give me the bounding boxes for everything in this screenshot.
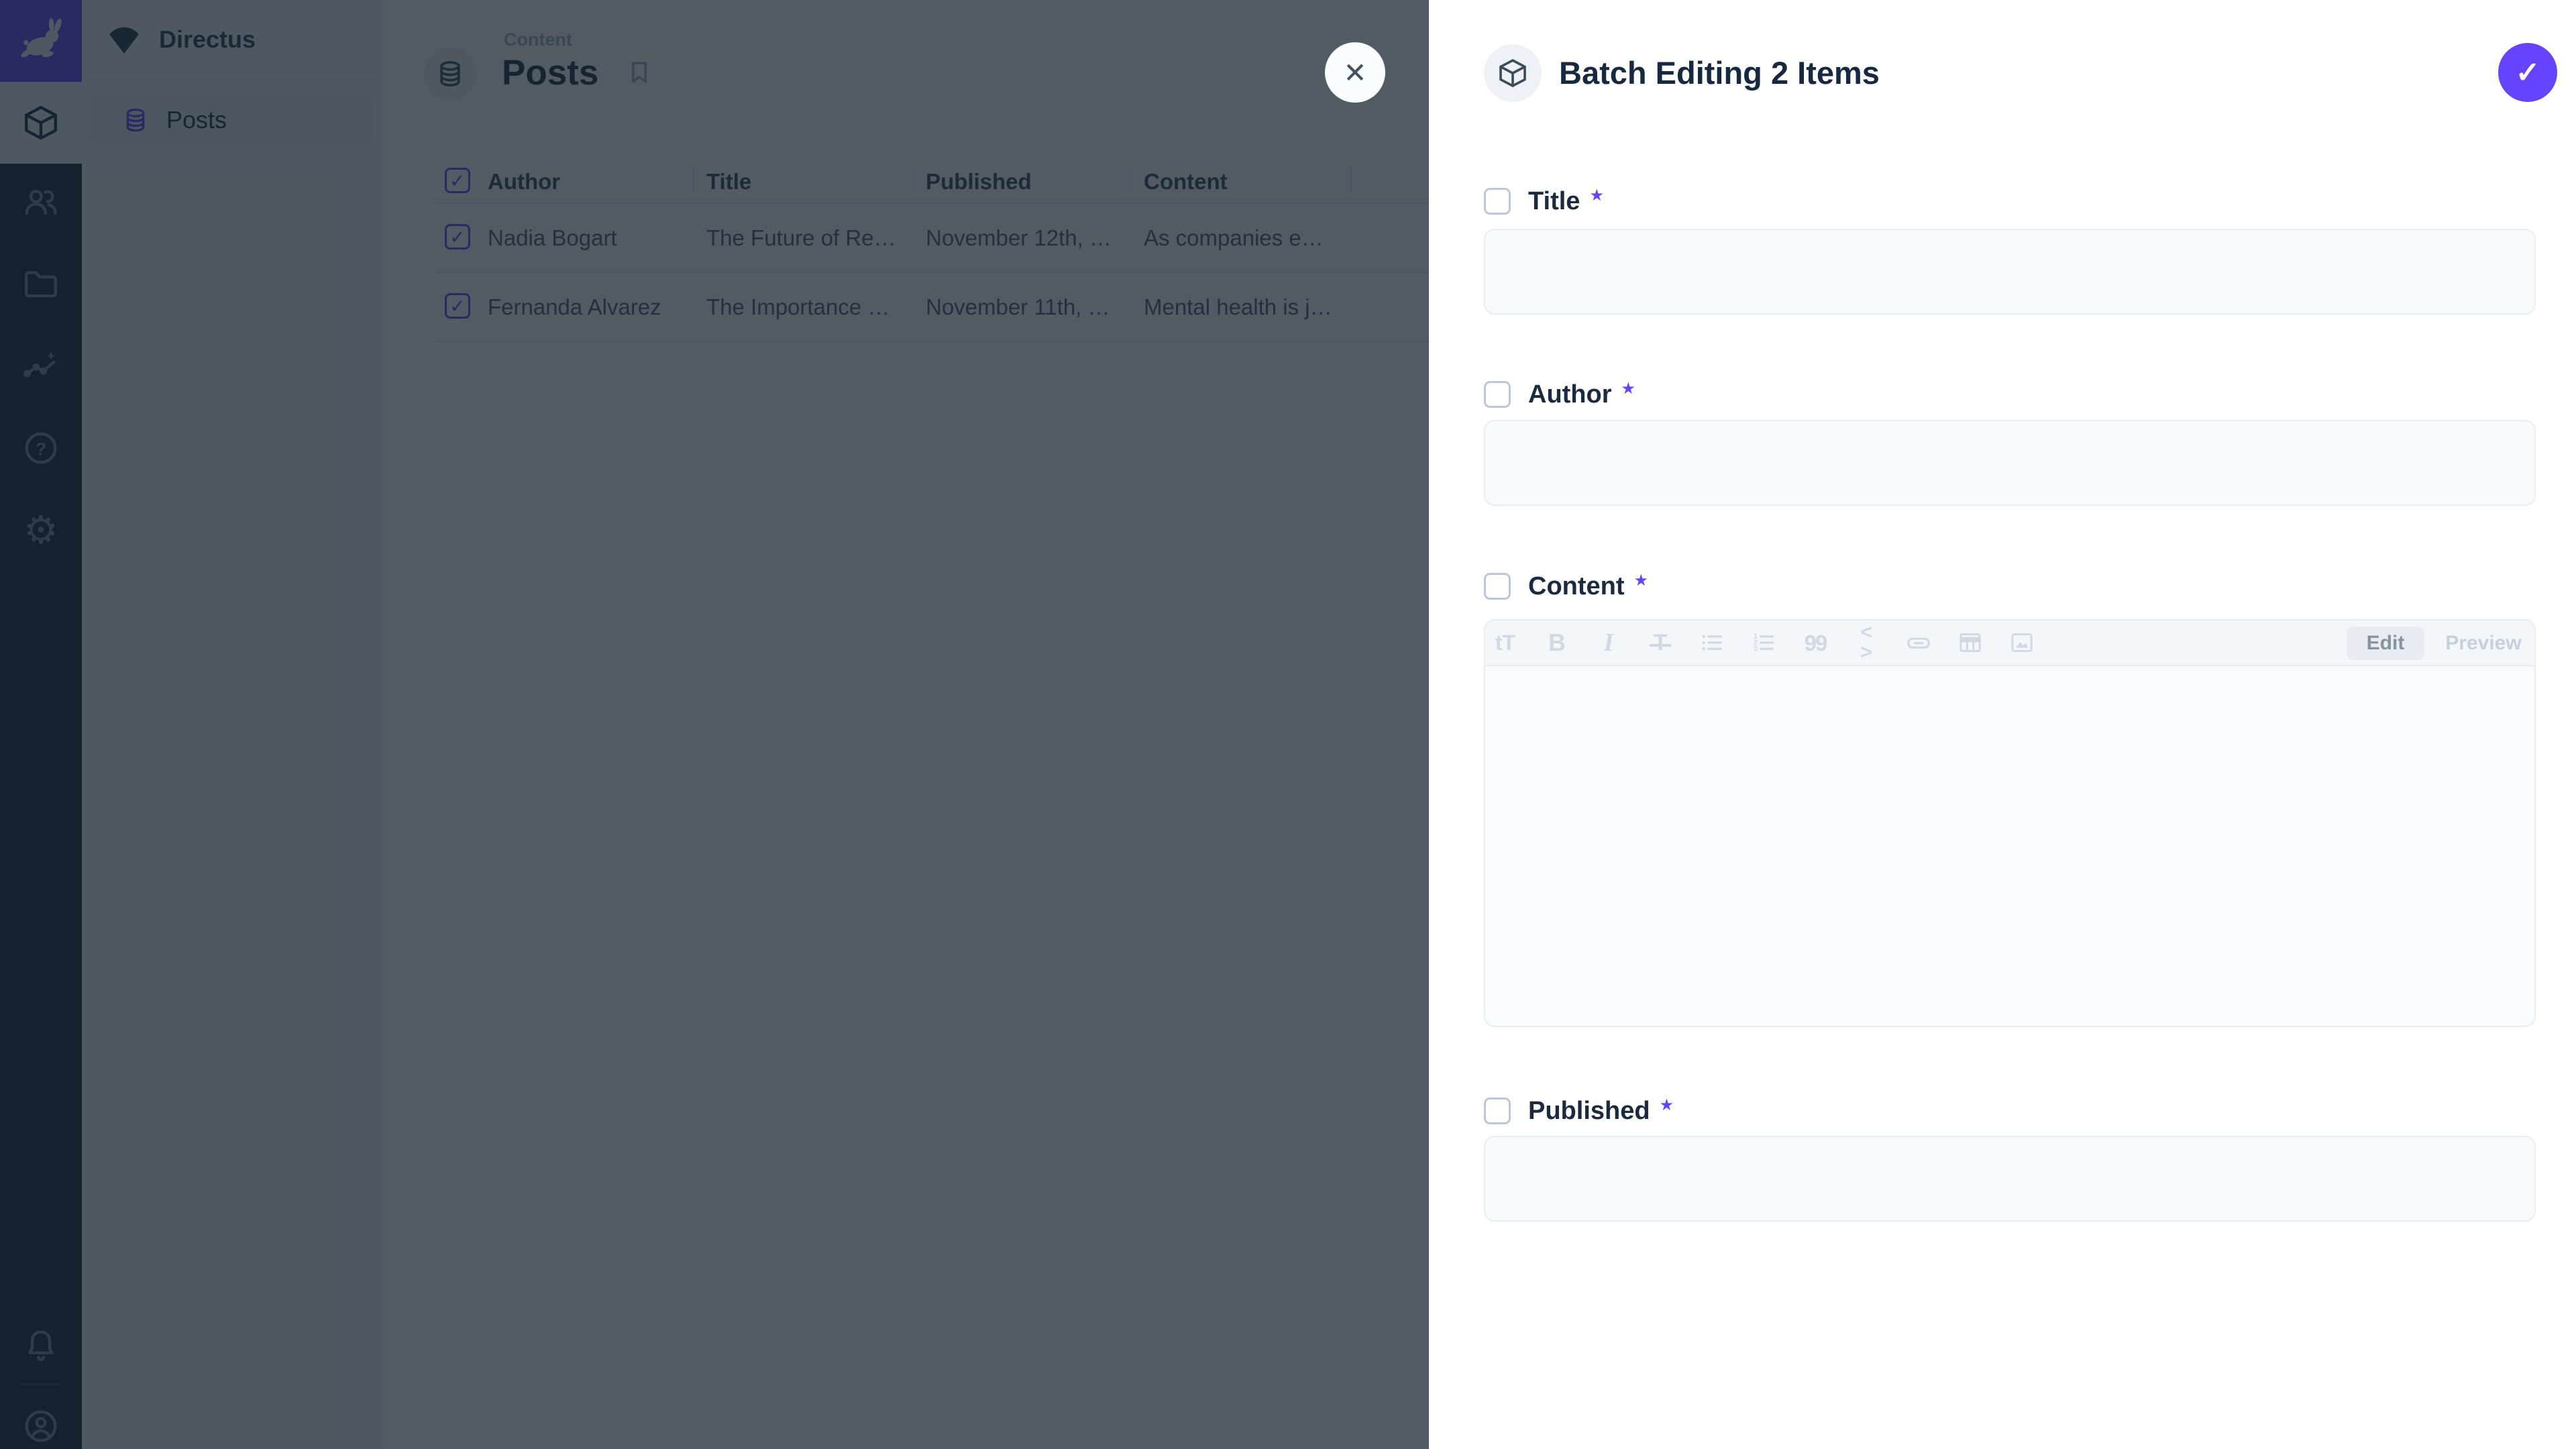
heading-button[interactable]: tT: [1492, 627, 1519, 659]
field-title-checkbox[interactable]: [1484, 188, 1511, 215]
title-input[interactable]: [1484, 229, 2536, 315]
required-star-icon: ★: [1589, 188, 1604, 204]
blockquote-button[interactable]: 99: [1802, 627, 1829, 659]
numbered-list-button[interactable]: 1 2 3: [1750, 627, 1777, 659]
numbered-list-icon: 1 2 3: [1750, 629, 1777, 656]
content-markdown-editor: tT B I T: [1484, 619, 2536, 1027]
field-published-label-row: Published ★: [1484, 1096, 1674, 1126]
code-button[interactable]: < >: [1854, 627, 1880, 659]
content-editor-body[interactable]: [1485, 667, 2534, 1026]
strikethrough-icon: T: [1654, 631, 1668, 654]
table-icon: [1957, 629, 1984, 656]
field-author-checkbox[interactable]: [1484, 381, 1511, 408]
app: ? ⚙: [0, 0, 2576, 1449]
bullet-list-icon: [1699, 629, 1725, 656]
blockquote-icon: 99: [1805, 632, 1827, 654]
italic-button[interactable]: I: [1595, 627, 1622, 659]
published-input[interactable]: [1484, 1136, 2536, 1222]
batch-edit-drawer: Batch Editing 2 Items ✓ Title ★ Author ★…: [1429, 0, 2576, 1449]
field-content-checkbox[interactable]: [1484, 573, 1511, 600]
svg-text:3: 3: [1754, 645, 1758, 653]
close-icon: ✕: [1343, 56, 1366, 89]
table-button[interactable]: [1957, 627, 1984, 659]
author-input[interactable]: [1484, 420, 2536, 506]
required-star-icon: ★: [1621, 381, 1636, 397]
field-title-label-row: Title ★: [1484, 186, 1604, 216]
field-published-label: Published: [1528, 1097, 1650, 1126]
text-size-icon: tT: [1495, 632, 1515, 653]
strikethrough-button[interactable]: T: [1647, 627, 1674, 659]
field-title-label: Title: [1528, 187, 1580, 216]
check-icon: ✓: [2516, 56, 2540, 90]
required-star-icon: ★: [1634, 573, 1649, 589]
link-icon: [1905, 629, 1932, 656]
required-star-icon: ★: [1660, 1097, 1674, 1114]
editor-toolbar: tT B I T: [1485, 621, 2534, 666]
italic-icon: I: [1604, 630, 1614, 655]
link-button[interactable]: [1905, 627, 1932, 659]
field-author-label-row: Author ★: [1484, 380, 1635, 409]
bullet-list-button[interactable]: [1699, 627, 1725, 659]
drawer-icon-circle: [1484, 44, 1542, 102]
field-published-checkbox[interactable]: [1484, 1097, 1511, 1124]
bold-button[interactable]: B: [1544, 627, 1570, 659]
code-icon: < >: [1854, 623, 1880, 663]
save-button[interactable]: ✓: [2498, 43, 2557, 102]
field-content-label-row: Content ★: [1484, 572, 1648, 601]
drawer-overlay[interactable]: [0, 0, 1429, 1449]
image-icon: [2008, 629, 2035, 656]
field-author-label: Author: [1528, 380, 1612, 409]
box-icon: [1497, 57, 1529, 89]
field-content-label: Content: [1528, 572, 1625, 601]
drawer-close-button[interactable]: ✕: [1325, 42, 1385, 103]
drawer-title: Batch Editing 2 Items: [1559, 44, 1880, 102]
image-button[interactable]: [2008, 627, 2035, 659]
bold-icon: B: [1548, 631, 1566, 655]
editor-tab-preview[interactable]: Preview: [2436, 627, 2530, 660]
editor-tab-edit[interactable]: Edit: [2347, 627, 2424, 660]
